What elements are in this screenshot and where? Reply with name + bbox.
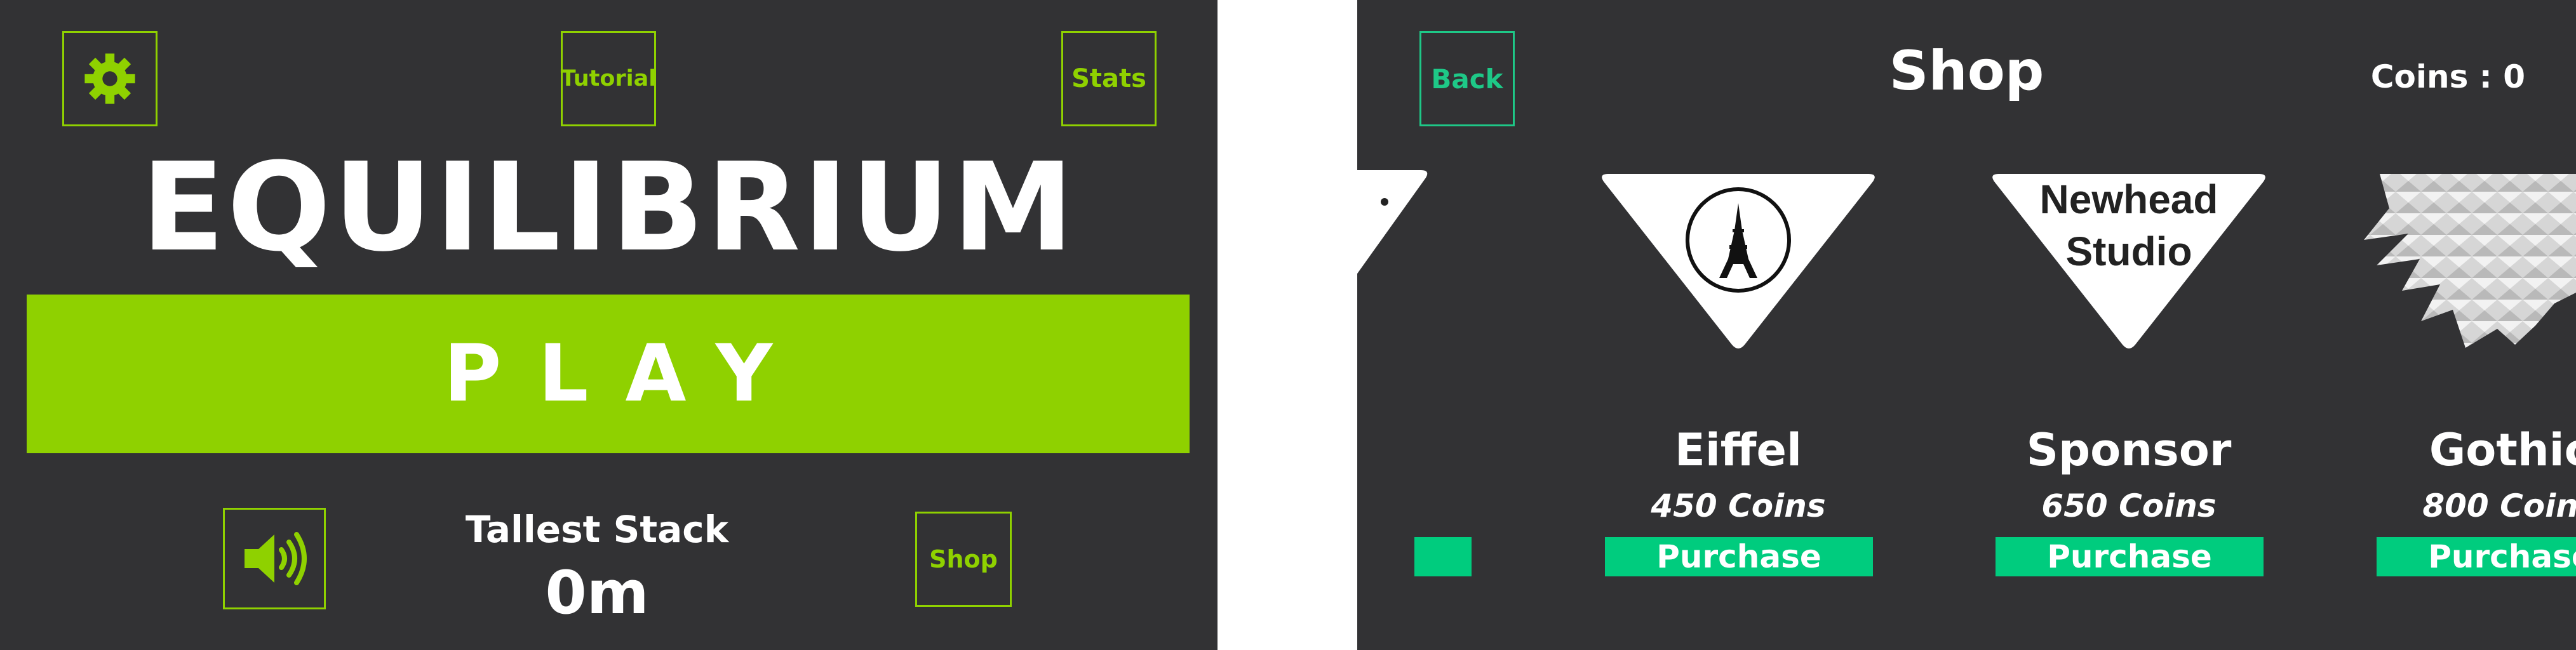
purchase-button[interactable]	[1414, 537, 1472, 576]
shop-item-image	[1357, 170, 1465, 354]
stats-label: Stats	[1071, 64, 1146, 93]
tallest-stack-value: 0m	[545, 559, 649, 628]
shop-item-image: Newhead Studio	[1964, 170, 2294, 354]
sponsor-text-line1: Newhead	[2040, 176, 2218, 222]
settings-button[interactable]	[62, 31, 158, 126]
purchase-button[interactable]: Purchase	[2377, 537, 2576, 576]
shop-item-image	[2345, 170, 2576, 354]
coins-counter: Coins : 0	[2370, 58, 2525, 95]
stats-button[interactable]: Stats	[1061, 31, 1157, 126]
shop-button[interactable]: Shop	[915, 512, 1012, 607]
shop-screen: Back Shop Coins : 0 Eiffel 450 Coins Pur…	[1357, 0, 2576, 650]
shop-item-price: 800 Coins	[2422, 488, 2576, 524]
shop-item-name: Gothic	[2429, 424, 2576, 476]
purchase-button[interactable]: Purchase	[1605, 537, 1873, 576]
main-menu-screen: Tutorial Stats EQUILIBRIUM PLAY Tallest …	[0, 0, 1218, 650]
shop-item-name: Sponsor	[2026, 424, 2232, 476]
tutorial-label: Tutorial	[560, 66, 657, 91]
tallest-stack-label: Tallest Stack	[465, 508, 729, 551]
tutorial-button[interactable]: Tutorial	[561, 31, 656, 126]
shop-item-price: 650 Coins	[2041, 488, 2217, 524]
shop-item-price: 450 Coins	[1651, 488, 1826, 524]
play-button[interactable]: PLAY	[27, 295, 1190, 453]
shop-label: Shop	[929, 545, 998, 573]
shop-item-name: Eiffel	[1675, 424, 1802, 476]
sponsor-text-line2: Studio	[2065, 229, 2192, 274]
purchase-label: Purchase	[1656, 538, 1821, 575]
shop-item-image	[1573, 170, 1903, 354]
game-title: EQUILIBRIUM	[141, 137, 1077, 279]
purchase-button[interactable]: Purchase	[1996, 537, 2264, 576]
purchase-label: Purchase	[2047, 538, 2212, 575]
play-label: PLAY	[443, 328, 810, 420]
gear-icon	[84, 53, 135, 104]
purchase-label: Purchase	[2428, 538, 2576, 575]
